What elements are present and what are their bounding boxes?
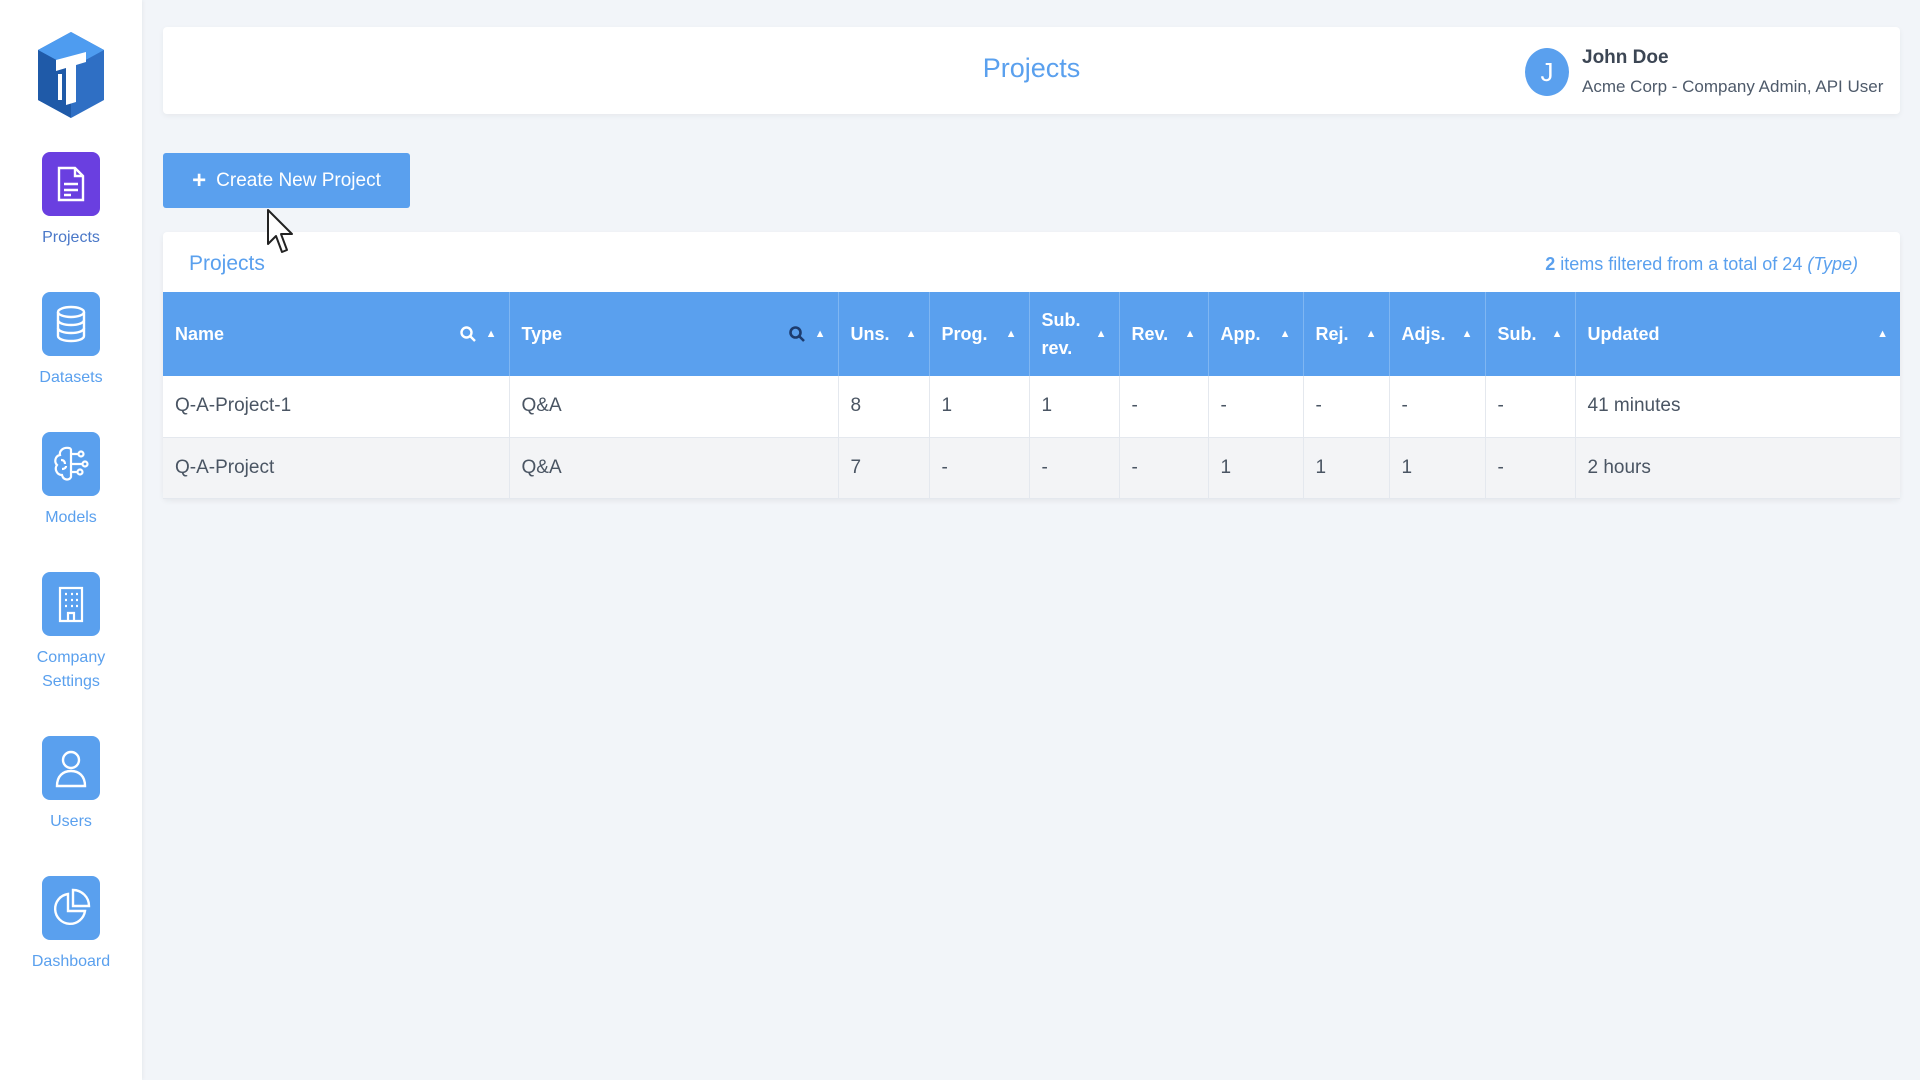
column-header-rev[interactable]: Rev. ▲ (1119, 292, 1209, 376)
sort-asc-icon[interactable]: ▲ (1877, 328, 1888, 340)
filter-text: items filtered from a total of 24 (1555, 254, 1808, 274)
cell-rev: - (1119, 376, 1209, 438)
brain-circuit-icon (42, 432, 100, 496)
sidebar-item-models[interactable]: Models (0, 432, 142, 530)
column-label: Prog. (941, 323, 988, 344)
column-header-type[interactable]: Type ▲ (509, 292, 839, 376)
sidebar-item-company-settings[interactable]: Company Settings (0, 572, 142, 694)
sidebar-item-dashboard[interactable]: Dashboard (0, 876, 142, 974)
cell-rej: 1 (1303, 437, 1390, 499)
filter-name: (Type) (1807, 254, 1858, 274)
cell-rev: - (1119, 437, 1209, 499)
sort-asc-icon[interactable]: ▲ (1552, 328, 1563, 340)
sidebar-item-datasets[interactable]: Datasets (0, 292, 142, 390)
cell-adjs: 1 (1389, 437, 1486, 499)
column-label: Sub. (1497, 323, 1537, 344)
cell-updated: 41 minutes (1575, 376, 1900, 438)
column-label: Rev. (1131, 323, 1169, 344)
card-title: Projects (189, 252, 265, 275)
column-label: Rej. (1315, 323, 1349, 344)
sort-asc-icon[interactable]: ▲ (1366, 328, 1377, 340)
column-header-sub[interactable]: Sub. ▲ (1485, 292, 1576, 376)
column-header-adjs[interactable]: Adjs. ▲ (1389, 292, 1486, 376)
sidebar-item-label: Datasets (39, 369, 103, 386)
search-icon[interactable] (459, 326, 476, 342)
column-label: Updated (1587, 323, 1660, 344)
cell-type: Q&A (509, 437, 839, 499)
sort-asc-icon[interactable]: ▲ (1006, 328, 1017, 340)
cell-adjs: - (1389, 376, 1486, 438)
pie-chart-icon (42, 876, 100, 940)
filter-info: 2 items filtered from a total of 24 (Typ… (1545, 254, 1858, 275)
projects-table: Name ▲ Type ▲ Uns. ▲ Prog. ▲ Sub. rev. ▲… (163, 292, 1900, 499)
cell-sub-rev: - (1029, 437, 1120, 499)
table-row[interactable]: Q-A-Project-1 Q&A 8 1 1 - - - - - 41 min… (163, 376, 1900, 438)
cell-prog: 1 (929, 376, 1030, 438)
sidebar-item-users[interactable]: Users (0, 736, 142, 834)
cell-app: - (1208, 376, 1304, 438)
user-icon (42, 736, 100, 800)
sort-asc-icon[interactable]: ▲ (1462, 328, 1473, 340)
sort-asc-icon[interactable]: ▲ (1185, 328, 1196, 340)
cell-prog: - (929, 437, 1030, 499)
column-header-prog[interactable]: Prog. ▲ (929, 292, 1030, 376)
search-icon[interactable] (788, 326, 805, 342)
cell-rej: - (1303, 376, 1390, 438)
cell-sub-rev: 1 (1029, 376, 1120, 438)
sort-asc-icon[interactable]: ▲ (1096, 328, 1107, 340)
column-label: Type (521, 323, 563, 344)
mouse-pointer-icon (267, 209, 293, 253)
column-header-updated[interactable]: Updated ▲ (1575, 292, 1900, 376)
database-icon (42, 292, 100, 356)
cell-name[interactable]: Q-A-Project (163, 437, 510, 499)
sidebar-item-label: Users (50, 813, 92, 830)
plus-icon: + (192, 166, 207, 194)
sidebar-item-label: Company Settings (36, 649, 106, 690)
cell-type: Q&A (509, 376, 839, 438)
projects-card: Projects 2 items filtered from a total o… (163, 232, 1900, 499)
user-role: Acme Corp - Company Admin, API User (1582, 77, 1884, 96)
building-icon (42, 572, 100, 636)
avatar[interactable]: J (1525, 48, 1569, 96)
column-header-uns[interactable]: Uns. ▲ (838, 292, 930, 376)
cell-uns: 8 (838, 376, 930, 438)
column-label: Uns. (850, 323, 890, 344)
create-new-project-button[interactable]: + Create New Project (163, 153, 410, 208)
user-name[interactable]: John Doe (1582, 47, 1669, 69)
sidebar-item-label: Models (45, 509, 97, 526)
column-header-rej[interactable]: Rej. ▲ (1303, 292, 1390, 376)
column-label: App. (1220, 323, 1261, 344)
create-new-project-label: Create New Project (216, 169, 381, 191)
app-logo[interactable] (36, 30, 106, 120)
column-label: Sub. rev. (1041, 310, 1081, 358)
cell-updated: 2 hours (1575, 437, 1900, 499)
filter-count: 2 (1545, 254, 1556, 274)
table-row[interactable]: Q-A-Project Q&A 7 - - - 1 1 1 - 2 hours (163, 437, 1900, 499)
document-icon (42, 152, 100, 216)
table-header-row: Name ▲ Type ▲ Uns. ▲ Prog. ▲ Sub. rev. ▲… (163, 292, 1900, 376)
sidebar-item-projects[interactable]: Projects (0, 152, 142, 250)
cell-app: 1 (1208, 437, 1304, 499)
cell-sub: - (1485, 376, 1576, 438)
column-label: Name (175, 323, 225, 344)
sort-asc-icon[interactable]: ▲ (486, 328, 497, 340)
column-header-app[interactable]: App. ▲ (1208, 292, 1304, 376)
sort-asc-icon[interactable]: ▲ (815, 328, 826, 340)
column-label: Adjs. (1401, 323, 1446, 344)
sidebar: Projects Datasets Models Company Setting… (0, 0, 142, 1080)
sort-asc-icon[interactable]: ▲ (1280, 328, 1291, 340)
cell-name[interactable]: Q-A-Project-1 (163, 376, 510, 438)
top-header: Projects J John Doe Acme Corp - Company … (163, 27, 1900, 114)
column-header-name[interactable]: Name ▲ (163, 292, 510, 376)
sidebar-item-label: Dashboard (31, 953, 111, 970)
cell-uns: 7 (838, 437, 930, 499)
sort-asc-icon[interactable]: ▲ (906, 328, 917, 340)
cell-sub: - (1485, 437, 1576, 499)
sidebar-item-label: Projects (42, 229, 100, 246)
column-header-sub-rev[interactable]: Sub. rev. ▲ (1029, 292, 1120, 376)
